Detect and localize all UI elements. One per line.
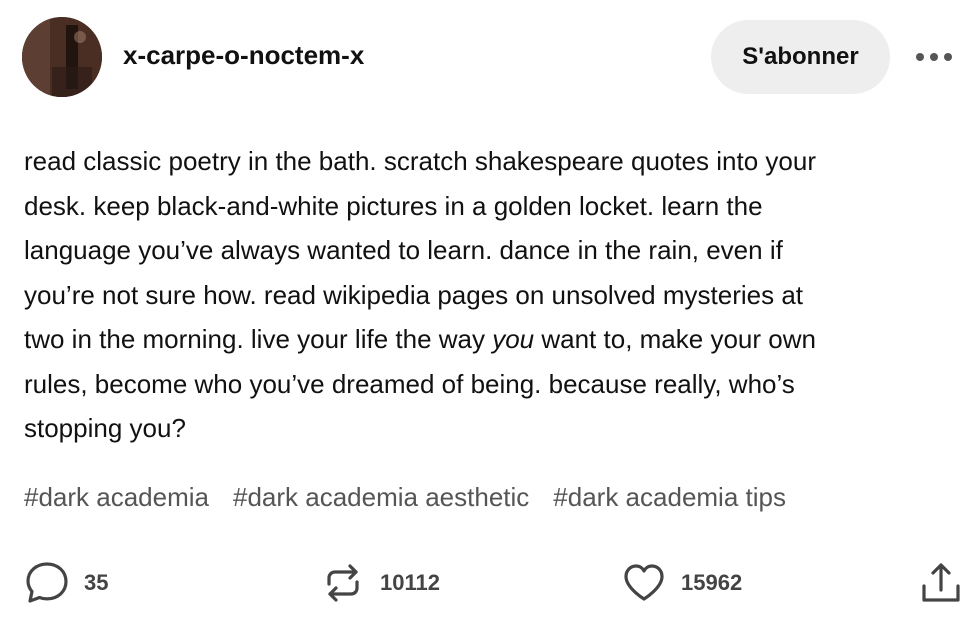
- comment-icon: [26, 562, 68, 603]
- more-dot: [930, 53, 938, 61]
- tag-link[interactable]: #dark academia aesthetic: [233, 482, 529, 513]
- post-text-line: two in the morning. live your life the w…: [24, 317, 964, 362]
- more-options-icon[interactable]: [912, 44, 956, 70]
- post-text-line: desk. keep black-and-white pictures in a…: [24, 190, 763, 221]
- comments-button[interactable]: 35: [24, 560, 108, 606]
- post-text-line: stopping you?: [24, 413, 186, 443]
- post-text-emphasis: you: [492, 324, 535, 354]
- post-footer: 35 10112 15962: [0, 555, 980, 615]
- likes-count: 15962: [681, 570, 743, 595]
- post-text-line: language you’ve always wanted to learn. …: [24, 235, 783, 265]
- more-dot: [944, 53, 952, 61]
- avatar-image: [22, 17, 102, 97]
- post-header: x-carpe-o-noctem-x S'abonner: [0, 0, 980, 115]
- share-button[interactable]: [918, 560, 964, 606]
- follow-button[interactable]: S'abonner: [711, 20, 890, 94]
- post-tags: #dark academia #dark academia aesthetic …: [24, 482, 964, 513]
- post-body: read classic poetry in the bath. scratch…: [24, 139, 964, 451]
- post-text-segment: want to, make your own: [534, 324, 816, 354]
- reblog-button[interactable]: 10112: [320, 560, 440, 606]
- post-text-line: read classic poetry in the bath. scratch…: [24, 146, 816, 176]
- comments-count: 35: [84, 570, 109, 595]
- blog-name[interactable]: x-carpe-o-noctem-x: [123, 40, 364, 71]
- heart-icon: [624, 564, 664, 601]
- reblog-icon: [327, 564, 359, 602]
- like-button[interactable]: 15962: [621, 560, 742, 606]
- post-text-segment: two in the morning. live your life the w…: [24, 324, 493, 354]
- more-dot: [916, 53, 924, 61]
- tag-link[interactable]: #dark academia: [24, 482, 209, 513]
- tag-link[interactable]: #dark academia tips: [553, 482, 786, 513]
- blog-avatar[interactable]: [22, 17, 102, 97]
- post-text-line: rules, become who you’ve dreamed of bein…: [24, 368, 795, 399]
- post-text-line: you’re not sure how. read wikipedia page…: [24, 279, 803, 310]
- share-icon: [922, 563, 960, 602]
- reblogs-count: 10112: [380, 570, 440, 595]
